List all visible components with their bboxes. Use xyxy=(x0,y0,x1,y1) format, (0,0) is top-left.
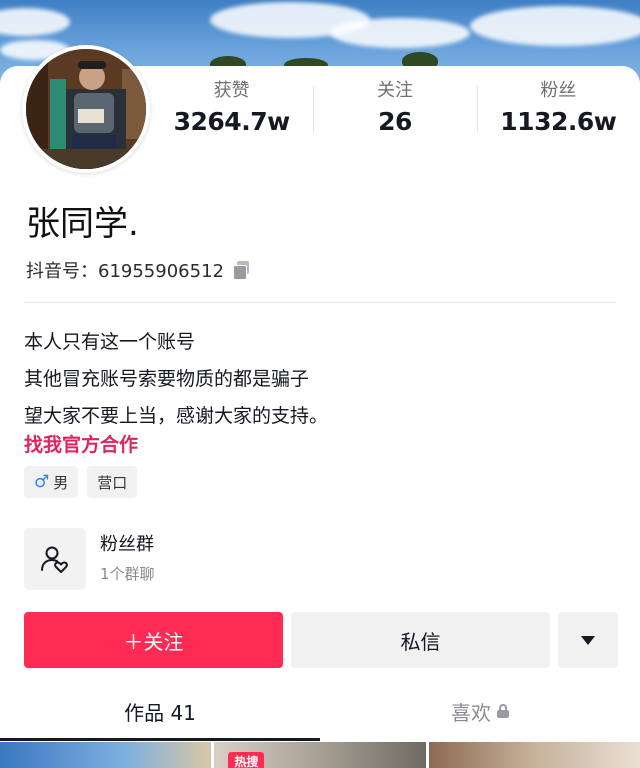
location-tag: 营口 xyxy=(87,466,138,498)
fan-group-entry[interactable]: 粉丝群 1个群聊 xyxy=(24,528,155,590)
stat-following[interactable]: 关注 26 xyxy=(313,78,476,140)
fan-group-count: 1个群聊 xyxy=(100,565,155,583)
tab-likes[interactable]: 喜欢 xyxy=(320,688,640,734)
trending-badge: 热搜 xyxy=(228,752,265,768)
stat-label: 获赞 xyxy=(213,80,250,101)
fan-group-title: 粉丝群 xyxy=(100,534,154,555)
stat-label: 粉丝 xyxy=(540,80,577,101)
message-button[interactable]: 私信 xyxy=(291,612,550,668)
bio-line: 其他冒充账号索要物质的都是骗子 xyxy=(24,368,310,390)
video-thumbnail[interactable] xyxy=(428,742,640,768)
avatar[interactable] xyxy=(22,45,150,173)
stat-value: 1132.6w xyxy=(500,107,617,136)
tab-works-label: 作品 41 xyxy=(124,700,196,725)
gender-label: 男 xyxy=(53,473,69,492)
profile-stats: 获赞 3264.7w 关注 26 粉丝 1132.6w xyxy=(150,78,640,140)
douyin-id-row: 抖音号：61955906512 xyxy=(26,257,252,283)
lock-icon xyxy=(497,704,509,718)
triangle-down-icon xyxy=(581,635,595,645)
more-options-button[interactable] xyxy=(558,612,618,668)
group-heart-icon xyxy=(41,546,68,573)
avatar-image xyxy=(26,49,146,169)
stat-followers[interactable]: 粉丝 1132.6w xyxy=(476,78,640,140)
bio: 本人只有这一个账号 其他冒充账号索要物质的都是骗子 望大家不要上当，感谢大家的支… xyxy=(24,324,328,435)
bio-line: 本人只有这一个账号 xyxy=(24,331,196,353)
stat-likes[interactable]: 获赞 3264.7w xyxy=(150,78,313,140)
video-thumbnail[interactable] xyxy=(0,742,212,768)
content-tabs: 作品 41 喜欢 xyxy=(0,688,640,734)
male-icon: ♂ xyxy=(34,472,50,492)
fan-group-text: 粉丝群 1个群聊 xyxy=(100,530,155,588)
gender-tag: ♂ 男 xyxy=(24,466,79,498)
stat-value: 3264.7w xyxy=(173,107,291,136)
divider xyxy=(24,302,616,303)
fan-group-icon xyxy=(24,528,86,590)
video-thumbnail[interactable]: 热搜 xyxy=(214,742,426,768)
business-cooperation-link[interactable]: 找我官方合作 xyxy=(24,430,138,457)
copy-icon[interactable] xyxy=(232,260,252,280)
stat-label: 关注 xyxy=(376,80,413,101)
active-tab-indicator xyxy=(0,738,320,741)
stat-value: 26 xyxy=(378,107,412,136)
profile-tags: ♂ 男 营口 xyxy=(24,466,138,498)
profile-name: 张同学. xyxy=(26,204,139,244)
video-grid: 热搜 xyxy=(0,742,640,768)
tab-likes-label: 喜欢 xyxy=(451,700,491,725)
location-label: 营口 xyxy=(97,473,128,492)
action-bar: ＋关注 私信 xyxy=(24,612,618,668)
tab-works[interactable]: 作品 41 xyxy=(0,688,320,734)
douyin-id-text: 抖音号：61955906512 xyxy=(26,261,224,282)
follow-button[interactable]: ＋关注 xyxy=(24,612,283,668)
